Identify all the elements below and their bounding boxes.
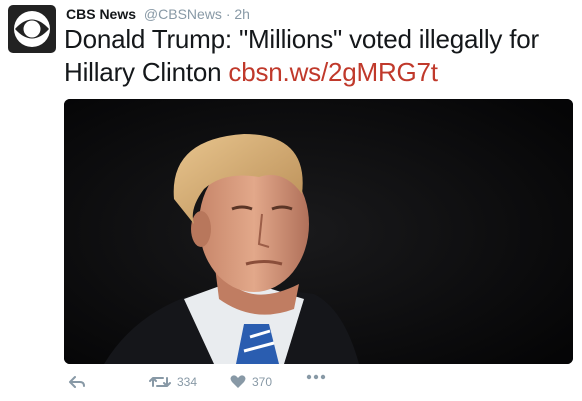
photo-of-man-in-suit (64, 99, 573, 364)
cbs-eye-logo-icon (14, 11, 50, 47)
retweet-count: 334 (177, 375, 198, 389)
more-button[interactable] (306, 374, 326, 380)
tweet-photo[interactable] (64, 99, 573, 364)
retweet-icon (149, 377, 171, 387)
author-handle[interactable]: @CBSNews (144, 6, 222, 22)
tweet-link[interactable]: cbsn.ws/2gMRG7t (228, 57, 438, 87)
reply-icon (69, 376, 85, 388)
timestamp[interactable]: 2h (234, 6, 250, 22)
tweet-text: Donald Trump: "Millions" voted illegally… (64, 23, 574, 89)
tweet-actions: 334 370 (64, 374, 564, 398)
separator-dot: · (225, 6, 231, 22)
tweet-header: CBS News @CBSNews · 2h (66, 5, 250, 23)
reply-button[interactable] (68, 374, 86, 390)
more-dots-icon (306, 374, 326, 380)
like-count: 370 (252, 374, 273, 389)
like-button[interactable]: 370 (230, 374, 272, 389)
avatar[interactable] (8, 5, 56, 53)
heart-icon (230, 375, 246, 388)
retweet-button[interactable]: 334 (149, 374, 197, 390)
author-name[interactable]: CBS News (66, 6, 136, 22)
